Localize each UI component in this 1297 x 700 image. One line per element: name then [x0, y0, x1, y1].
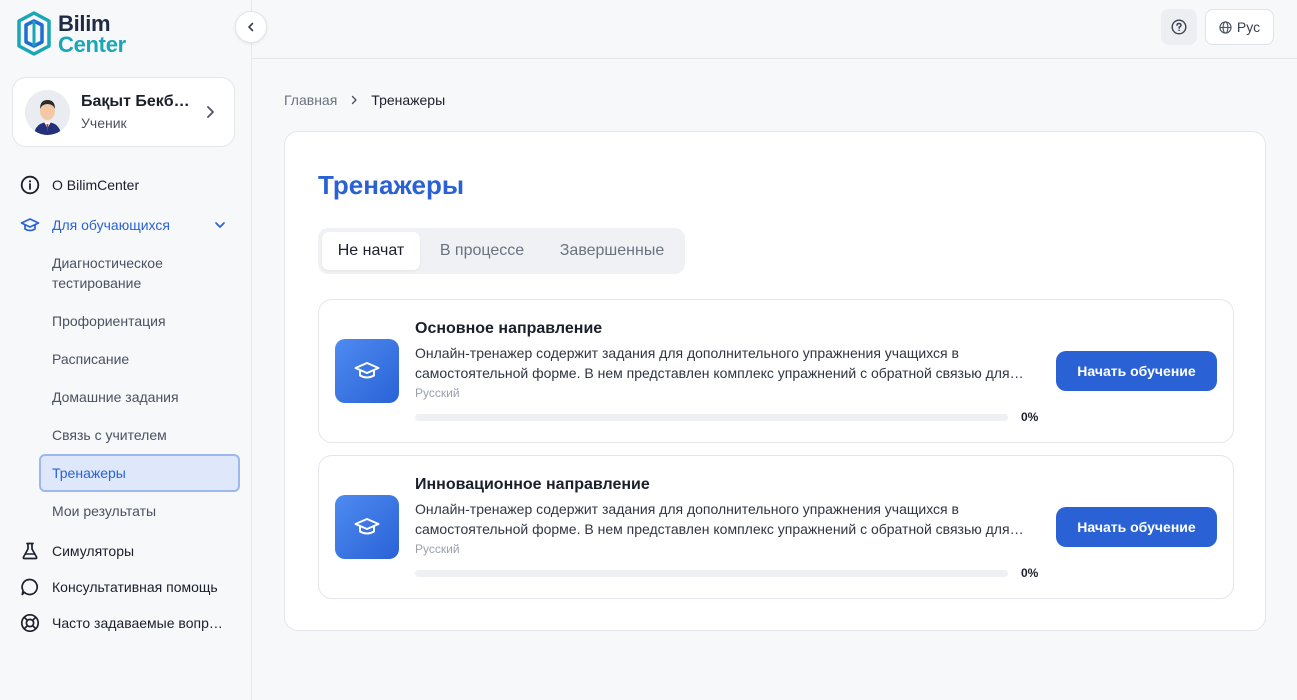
start-learning-button[interactable]: Начать обучение	[1056, 507, 1217, 547]
graduation-cap-icon	[335, 495, 399, 559]
course-card: Инновационное направление Онлайн-тренаже…	[318, 455, 1234, 599]
avatar	[25, 89, 70, 135]
course-title: Инновационное направление	[415, 476, 650, 493]
tab-in-progress[interactable]: В процессе	[423, 232, 541, 270]
nav-about[interactable]: О BilimCenter	[20, 175, 139, 195]
sidebar: Bilim Center Бақыт Бекбосынов Ученик	[0, 0, 252, 700]
logo-line2: Center	[58, 31, 126, 57]
sidebar-collapse-button[interactable]	[235, 11, 267, 43]
sub-career[interactable]: Профориентация	[52, 311, 166, 331]
chevron-right-icon	[202, 104, 218, 125]
progress-bar	[415, 414, 1008, 421]
page-title: Тренажеры	[318, 170, 465, 200]
language-label: Рус	[1236, 19, 1261, 35]
sub-teacher-contact[interactable]: Связь с учителем	[52, 425, 167, 445]
course-language: Русский	[415, 542, 460, 556]
progress-percent: 0%	[1021, 566, 1039, 580]
trainers-panel: Тренажеры Не начат В процессе Завершенны…	[284, 131, 1266, 631]
nav-students[interactable]: Для обучающихся	[20, 215, 227, 235]
progress-percent: 0%	[1021, 410, 1039, 424]
course-title: Основное направление	[415, 320, 603, 337]
nav-simulators-label: Симуляторы	[52, 543, 135, 559]
sub-diagnostic[interactable]: Диагностическое тестирование	[52, 253, 222, 293]
info-icon	[20, 175, 40, 195]
course-language: Русский	[415, 386, 460, 400]
top-bar: Рус	[252, 0, 1297, 59]
nav-students-label: Для обучающихся	[52, 217, 170, 233]
sub-trainers[interactable]: Тренажеры	[39, 454, 240, 492]
tab-completed[interactable]: Завершенные	[544, 232, 680, 270]
course-card: Основное направление Онлайн-тренажер сод…	[318, 299, 1234, 443]
graduation-cap-icon	[20, 215, 40, 235]
language-selector[interactable]: Рус	[1205, 9, 1274, 45]
question-circle-icon	[1171, 19, 1187, 35]
globe-icon	[1219, 20, 1232, 34]
flask-icon	[20, 541, 40, 561]
logo-line1: Bilim	[58, 10, 111, 36]
nav-simulators[interactable]: Симуляторы	[20, 541, 134, 561]
nav-about-label: О BilimCenter	[52, 177, 140, 193]
breadcrumb-current: Тренажеры	[371, 92, 446, 108]
profile-name: Бақыт Бекбосынов	[81, 93, 199, 110]
help-button[interactable]	[1161, 9, 1197, 45]
chevron-left-icon	[248, 22, 254, 32]
nav-consult-label: Консультативная помощь	[52, 579, 218, 595]
chevron-right-icon	[349, 95, 359, 105]
breadcrumb-home[interactable]: Главная	[284, 92, 337, 108]
logo[interactable]: Bilim Center	[16, 11, 126, 56]
profile-role: Ученик	[81, 115, 127, 131]
status-tabs: Не начат В процессе Завершенные	[318, 228, 685, 274]
profile-card[interactable]: Бақыт Бекбосынов Ученик	[12, 77, 235, 147]
sub-results[interactable]: Мои результаты	[52, 501, 156, 521]
tab-not-started[interactable]: Не начат	[322, 232, 420, 270]
start-learning-button[interactable]: Начать обучение	[1056, 351, 1217, 391]
lifebuoy-icon	[20, 613, 40, 633]
progress-bar	[415, 570, 1008, 577]
sub-schedule[interactable]: Расписание	[52, 349, 129, 369]
nav-faq-label: Часто задаваемые вопросы	[52, 615, 226, 631]
course-description: Онлайн-тренажер содержит задания для доп…	[415, 345, 1010, 381]
logo-icon	[17, 11, 51, 56]
sub-homework[interactable]: Домашние задания	[52, 387, 179, 407]
nav-consult[interactable]: Консультативная помощь	[20, 577, 226, 597]
course-description: Онлайн-тренажер содержит задания для доп…	[415, 501, 1010, 537]
nav-faq[interactable]: Часто задаваемые вопросы	[20, 613, 226, 633]
chevron-down-icon	[213, 218, 227, 235]
graduation-cap-icon	[335, 339, 399, 403]
breadcrumb: Главная Тренажеры	[284, 92, 445, 108]
chat-bubble-icon	[20, 577, 40, 597]
